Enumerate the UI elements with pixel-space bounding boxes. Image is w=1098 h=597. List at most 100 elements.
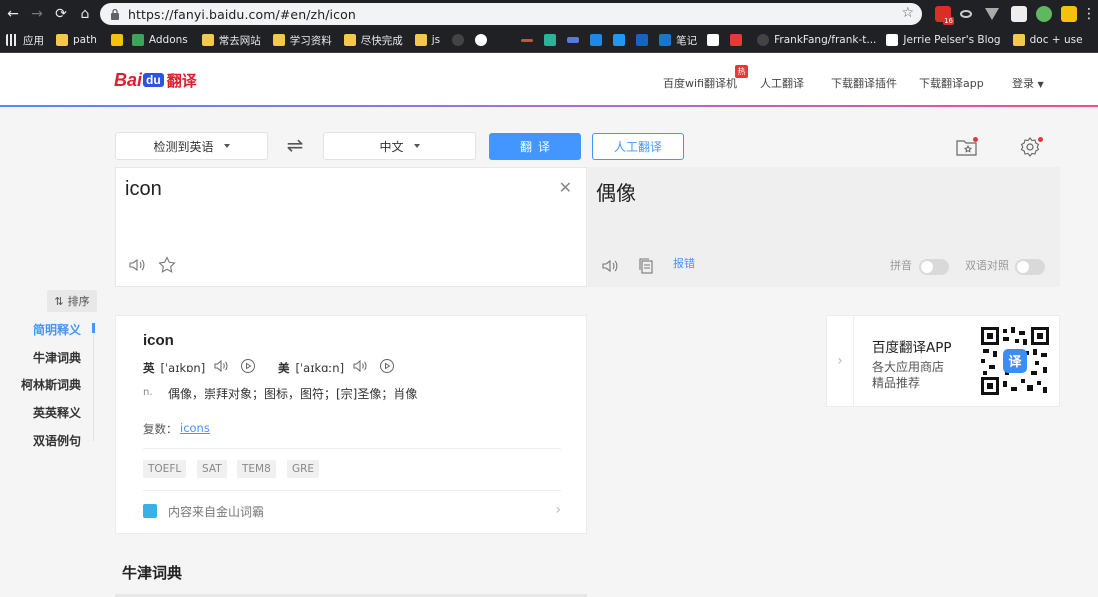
us-play-icon[interactable]: [379, 358, 395, 374]
forward-icon[interactable]: →: [26, 3, 48, 25]
speaker-icon[interactable]: [601, 257, 619, 275]
caret-down-icon: ▼: [1037, 80, 1044, 89]
source-text-panel[interactable]: icon ✕: [115, 167, 587, 287]
bookmark-blue[interactable]: [613, 30, 630, 50]
url-text: https://fanyi.baidu.com/#en/zh/icon: [128, 6, 356, 22]
hot-badge: 热: [735, 65, 748, 78]
bookmark-chrome[interactable]: [475, 30, 492, 50]
baidu-fanyi-logo[interactable]: Bai du 翻译: [114, 67, 197, 93]
nav-wifi-translator[interactable]: 百度wifi翻译机: [663, 75, 737, 91]
pen-icon: [613, 34, 626, 46]
bookmark-label: doc + use: [1029, 34, 1083, 46]
uk-play-icon[interactable]: [240, 358, 256, 374]
divider: [143, 448, 561, 449]
bookmark-snake[interactable]: [521, 30, 538, 50]
app-promo-line1: 各大应用商店: [872, 360, 945, 374]
eye-extension-icon[interactable]: [960, 10, 972, 18]
chevron-right-icon[interactable]: ›: [555, 502, 561, 518]
source-language-select[interactable]: 检测到英语: [115, 132, 268, 160]
part-of-speech: n.: [143, 387, 153, 398]
sidenav-item-examples[interactable]: 双语例句: [33, 432, 81, 449]
logo-bai: Bai: [114, 69, 143, 90]
exam-tag: TEM8: [237, 460, 276, 478]
grid-icon: [636, 34, 649, 46]
plural-link[interactable]: icons: [180, 421, 210, 435]
bookmark-doc[interactable]: doc + use: [1012, 30, 1083, 50]
bookmark-path[interactable]: path: [56, 30, 97, 50]
report-error-link[interactable]: 报错: [673, 255, 695, 271]
bookmark-js[interactable]: js: [414, 30, 441, 50]
vue-extension-icon[interactable]: [985, 8, 999, 20]
bookmark-label: Addons: [148, 34, 188, 46]
uk-speaker-icon[interactable]: [213, 358, 229, 374]
pinyin-label: 拼音: [890, 259, 912, 272]
bookmark-label: FrankFang/frank-t...: [774, 34, 877, 46]
bookmark-on[interactable]: [590, 30, 607, 50]
reload-icon[interactable]: ⟳: [50, 3, 72, 25]
bookmark-label: Jerrie Pelser's Blog: [903, 34, 1001, 46]
bookmark-addons[interactable]: Addons: [131, 30, 188, 50]
bookmark-notes[interactable]: 笔记: [659, 30, 697, 50]
bookmarks-bar: 应用 path Addons 常去网站 学习资料 尽快完成 js 笔记 Fran…: [0, 28, 1098, 53]
sort-button[interactable]: ⇅ 排序: [47, 290, 97, 312]
app-promo-card[interactable]: › 百度翻译APP 各大应用商店 精品推荐 译: [826, 315, 1060, 407]
us-speaker-icon[interactable]: [352, 358, 368, 374]
bookmark-frankfang[interactable]: FrankFang/frank-t...: [757, 30, 876, 50]
exam-tag: SAT: [197, 460, 227, 478]
yellow-extension-icon[interactable]: [1061, 6, 1077, 22]
bookmark-medium[interactable]: [707, 30, 724, 50]
nav-download-app[interactable]: 下载翻译app: [919, 75, 984, 91]
puzzle-icon: [131, 34, 144, 46]
nav-human-translation[interactable]: 人工翻译: [760, 75, 804, 91]
bookmark-jerrie[interactable]: Jerrie Pelser's Blog: [886, 30, 1001, 50]
sidenav-item-brief[interactable]: 简明释义: [33, 321, 81, 338]
bookmark-study[interactable]: 学习资料: [272, 30, 332, 50]
bookmark-frequent[interactable]: 常去网站: [201, 30, 261, 50]
svg-text:译: 译: [1008, 355, 1022, 370]
translate-button[interactable]: 翻译: [489, 133, 581, 160]
nav-download-plugin[interactable]: 下载翻译插件: [831, 75, 897, 91]
bookmark-dots[interactable]: [498, 30, 515, 50]
bookmark-todo[interactable]: 尽快完成: [343, 30, 403, 50]
bookmark-grid[interactable]: [636, 30, 653, 50]
star-icon[interactable]: [158, 256, 176, 274]
notification-dot: [973, 137, 978, 142]
human-translation-button[interactable]: 人工翻译: [592, 133, 684, 160]
arrow-icon: [110, 34, 123, 46]
translation-output: 偶像: [596, 181, 636, 205]
back-icon[interactable]: ←: [2, 3, 24, 25]
bookmark-github[interactable]: [452, 30, 469, 50]
source-text-input[interactable]: icon: [125, 178, 162, 201]
source-language-label: 检测到英语: [153, 139, 214, 154]
copy-icon[interactable]: [638, 257, 656, 275]
jp-icon: [886, 34, 899, 46]
sidenav-item-oxford[interactable]: 牛津词典: [33, 349, 81, 366]
bookmark-star-icon[interactable]: ☆: [901, 5, 914, 21]
clear-icon[interactable]: ✕: [559, 178, 572, 197]
sidenav-item-english[interactable]: 英英释义: [33, 404, 81, 421]
gmail-extension-icon[interactable]: 16: [935, 6, 954, 25]
address-bar[interactable]: https://fanyi.baidu.com/#en/zh/icon ☆: [100, 3, 922, 25]
speaker-icon[interactable]: [128, 256, 146, 274]
chevron-right-icon[interactable]: ›: [827, 316, 854, 406]
bookmark-tree[interactable]: [544, 30, 561, 50]
bookmark-label: js: [431, 34, 441, 46]
tree-icon: [544, 34, 557, 46]
home-icon[interactable]: ⌂: [74, 3, 96, 25]
bookmark-apps[interactable]: 应用: [6, 30, 44, 50]
bilingual-label: 双语对照: [965, 259, 1009, 272]
swap-languages-icon[interactable]: ⇌: [283, 134, 307, 156]
bilingual-toggle[interactable]: [1015, 259, 1045, 275]
target-language-select[interactable]: 中文: [323, 132, 476, 160]
caret-down-icon: [413, 144, 420, 148]
pinyin-toggle[interactable]: [919, 259, 949, 275]
target-text-panel: 偶像 报错 拼音 双语对照: [588, 167, 1060, 287]
bookmark-p[interactable]: [730, 30, 747, 50]
nav-login[interactable]: 登录 ▼: [1012, 75, 1044, 91]
sidenav-item-collins[interactable]: 柯林斯词典: [21, 376, 81, 393]
window-extension-icon[interactable]: [1011, 6, 1027, 22]
bookmark-infinity[interactable]: [567, 30, 584, 50]
bookmark-addons-arrow[interactable]: [110, 30, 128, 50]
menu-icon[interactable]: ⋮: [1078, 3, 1098, 25]
green-extension-icon[interactable]: [1036, 6, 1052, 22]
